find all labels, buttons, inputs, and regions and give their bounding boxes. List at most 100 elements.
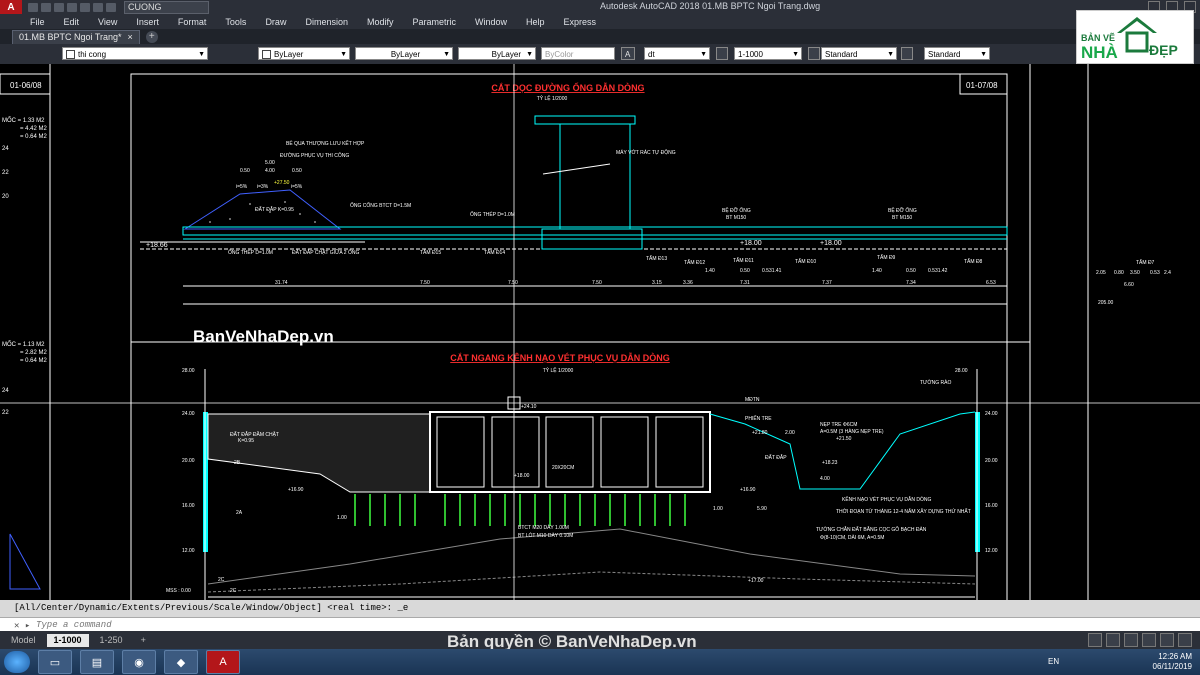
dimstyle-value: Standard bbox=[825, 50, 858, 59]
label: ĐẤT ĐẮP CHẶT GIỮA 2 ỐNG bbox=[292, 248, 359, 256]
save-icon[interactable] bbox=[54, 2, 64, 12]
label: 205.00 bbox=[1098, 300, 1114, 306]
dim: 7.50 bbox=[420, 280, 430, 286]
left-triangle-shape bbox=[9, 533, 41, 590]
open-icon[interactable] bbox=[41, 2, 51, 12]
menu-parametric[interactable]: Parametric bbox=[413, 17, 457, 27]
dim-style-icon[interactable] bbox=[716, 47, 728, 60]
textstyle-dropdown[interactable]: dt ▼ bbox=[644, 47, 710, 60]
label: 2C bbox=[230, 588, 237, 594]
notes-taskbar-icon[interactable]: ▤ bbox=[80, 650, 114, 674]
plot-icon[interactable] bbox=[80, 2, 90, 12]
add-layout-button[interactable]: + bbox=[134, 634, 153, 647]
dimscale-dropdown[interactable]: 1-1000 ▼ bbox=[734, 47, 802, 60]
menu-window[interactable]: Window bbox=[475, 17, 507, 27]
label: 5.90 bbox=[757, 506, 767, 512]
label: 2B bbox=[234, 460, 241, 466]
tick: 24 bbox=[2, 146, 9, 152]
new-tab-button[interactable]: + bbox=[145, 30, 158, 43]
tick: 22 bbox=[2, 410, 9, 416]
app-taskbar-icon[interactable]: ◆ bbox=[164, 650, 198, 674]
new-icon[interactable] bbox=[28, 2, 38, 12]
menu-dimension[interactable]: Dimension bbox=[305, 17, 348, 27]
chrome-taskbar-icon[interactable]: ◉ bbox=[122, 650, 156, 674]
screen-roof bbox=[534, 115, 636, 125]
tab-layout-1-1000[interactable]: 1-1000 bbox=[46, 633, 89, 647]
table-style-icon[interactable] bbox=[808, 47, 820, 60]
label: +18.00 bbox=[740, 240, 762, 247]
menu-draw[interactable]: Draw bbox=[265, 17, 286, 27]
save-as-icon[interactable] bbox=[67, 2, 77, 12]
label: +18.66 bbox=[146, 242, 168, 249]
windows-taskbar: ▭ ▤ ◉ ◆ A bbox=[0, 649, 1200, 675]
drawing-canvas[interactable]: 01-06/08 01-07/08 MỐC = 1.33 M2 = 4.42 M… bbox=[0, 64, 1200, 600]
snap-icon[interactable] bbox=[1106, 633, 1120, 647]
redo-icon[interactable] bbox=[106, 2, 116, 12]
menu-format[interactable]: Format bbox=[178, 17, 207, 27]
label: 0.50 bbox=[906, 268, 916, 274]
lineweight-dropdown[interactable]: ByLayer ▼ bbox=[458, 47, 536, 60]
workspace-select[interactable]: CUONG bbox=[124, 0, 209, 14]
tab-model[interactable]: Model bbox=[4, 634, 43, 647]
grid-icon[interactable] bbox=[1088, 633, 1102, 647]
label: +27.50 bbox=[274, 180, 290, 186]
chevron-down-icon: ▼ bbox=[526, 51, 533, 58]
autocad-taskbar-icon[interactable]: A bbox=[206, 650, 240, 674]
ortho-icon[interactable] bbox=[1124, 633, 1138, 647]
menu-view[interactable]: View bbox=[98, 17, 117, 27]
close-tab-icon[interactable]: × bbox=[128, 31, 133, 44]
label: ĐẤT ĐẮP K=0.95 bbox=[255, 205, 294, 213]
quick-access-toolbar bbox=[28, 2, 116, 12]
start-button[interactable] bbox=[4, 651, 30, 673]
dim: 7.50 bbox=[592, 280, 602, 286]
label: 1.00 bbox=[713, 506, 723, 512]
polar-icon[interactable] bbox=[1142, 633, 1156, 647]
menu-file[interactable]: File bbox=[30, 17, 45, 27]
menu-tools[interactable]: Tools bbox=[225, 17, 246, 27]
backfill-area bbox=[207, 413, 431, 493]
menu-edit[interactable]: Edit bbox=[64, 17, 80, 27]
top-dimensions: 31.74 7.50 7.50 7.50 3.15 3.36 7.31 7.37… bbox=[275, 280, 996, 286]
label: 2.00 bbox=[785, 430, 795, 436]
document-tab[interactable]: 01.MB BPTC Ngoi Trang* × bbox=[12, 29, 140, 44]
color-value: ByLayer bbox=[274, 50, 304, 59]
customize-icon[interactable] bbox=[1178, 633, 1192, 647]
command-input[interactable]: Type a command bbox=[36, 620, 112, 630]
menu-modify[interactable]: Modify bbox=[367, 17, 394, 27]
menu-help[interactable]: Help bbox=[526, 17, 545, 27]
language-indicator[interactable]: EN bbox=[1048, 657, 1059, 666]
menu-express[interactable]: Express bbox=[564, 17, 597, 27]
command-line[interactable]: ✕ ▸ Type a command bbox=[0, 617, 1200, 631]
color-dropdown[interactable]: ByLayer ▼ bbox=[258, 47, 350, 60]
tab-layout-1-250[interactable]: 1-250 bbox=[93, 634, 130, 647]
label: i=3% bbox=[257, 184, 269, 190]
system-clock[interactable]: 12:26 AM 06/11/2019 bbox=[1153, 652, 1192, 672]
text-style-icon[interactable]: A bbox=[621, 47, 635, 60]
menu-bar: File Edit View Insert Format Tools Draw … bbox=[0, 14, 1200, 29]
plotstyle-dropdown[interactable]: ByColor bbox=[541, 47, 615, 60]
culvert-cell bbox=[600, 416, 649, 488]
tick: 16.00 bbox=[985, 503, 998, 509]
undo-icon[interactable] bbox=[93, 2, 103, 12]
tick: 24 bbox=[2, 388, 9, 394]
label: 0.531.42 bbox=[928, 268, 948, 274]
mleaderstyle-dropdown[interactable]: Standard ▼ bbox=[924, 47, 990, 60]
label: +24.10 bbox=[521, 404, 537, 410]
menu-insert[interactable]: Insert bbox=[136, 17, 159, 27]
piles bbox=[354, 494, 686, 526]
label: TẤM Đ7 bbox=[1136, 259, 1155, 266]
dimstyle-dropdown[interactable]: Standard ▼ bbox=[821, 47, 897, 60]
label: 20X20CM bbox=[552, 465, 574, 471]
linetype-dropdown[interactable]: ByLayer ▼ bbox=[355, 47, 453, 60]
label: +18.23 bbox=[822, 460, 838, 466]
label: BT M150 bbox=[892, 215, 912, 221]
culvert-cell bbox=[545, 416, 594, 488]
autocad-logo-icon[interactable]: A bbox=[0, 0, 22, 14]
explorer-taskbar-icon[interactable]: ▭ bbox=[38, 650, 72, 674]
label: 1.40 bbox=[705, 268, 715, 274]
osnap-icon[interactable] bbox=[1160, 633, 1174, 647]
layer-dropdown[interactable]: thi cong ▼ bbox=[62, 47, 208, 60]
cad-drawing[interactable]: 01-06/08 01-07/08 MỐC = 1.33 M2 = 4.42 M… bbox=[0, 64, 1200, 600]
mleader-style-icon[interactable] bbox=[901, 47, 913, 60]
section1-title: CẮT DỌC ĐƯỜNG ỐNG DẪN DÒNG bbox=[491, 82, 644, 93]
